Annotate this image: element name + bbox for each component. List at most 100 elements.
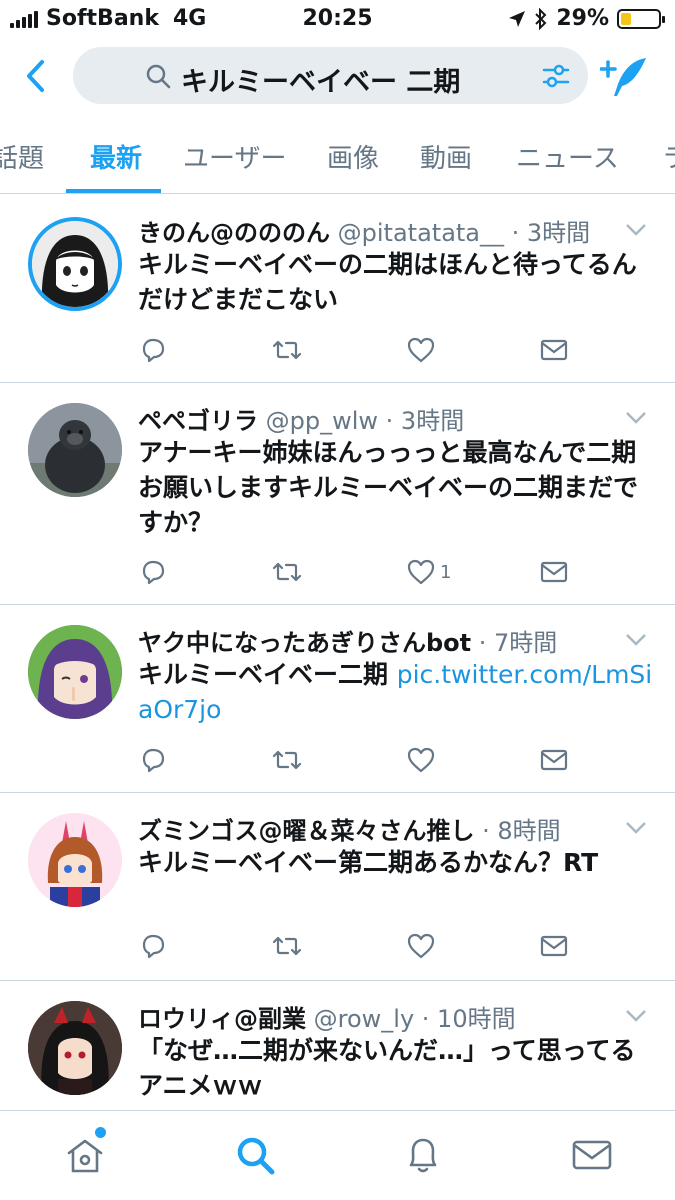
search-header: キルミーベイベー 二期 [0, 40, 675, 112]
reply-icon [142, 560, 165, 585]
chevron-down-icon[interactable] [625, 223, 647, 237]
tweet[interactable]: ロウリィ@副業 @row_ly · 10時間 「なぜ…二期が来ないんだ…」って思… [0, 981, 675, 1110]
tweet-actions: 1 [138, 557, 638, 587]
retweet-button[interactable] [272, 557, 302, 587]
envelope-icon [540, 935, 568, 957]
tweet-meta: · 8時間 [474, 817, 561, 845]
reply-button[interactable] [138, 745, 168, 775]
tab-videos[interactable]: 動画 [420, 138, 472, 175]
tab-images[interactable]: 画像 [327, 138, 379, 175]
display-name[interactable]: きのん@のののん [138, 219, 330, 247]
chevron-down-icon[interactable] [625, 821, 647, 835]
tweet-header: ペペゴリラ @pp_wlw · 3時間 [138, 401, 464, 436]
heart-icon [407, 933, 435, 959]
reply-button[interactable] [138, 557, 168, 587]
agiri-avatar [28, 625, 122, 719]
battery-icon [617, 8, 665, 29]
retweet-button[interactable] [272, 335, 302, 365]
tweet-meta: @pitatatata__ · 3時間 [337, 219, 591, 247]
retweet-button[interactable] [272, 931, 302, 961]
retweet-icon [272, 750, 302, 770]
like-button[interactable] [406, 931, 440, 961]
active-tab-indicator [66, 189, 161, 193]
tweet-actions [138, 931, 638, 961]
tab-latest[interactable]: 最新 [90, 138, 142, 175]
battery-percent: 29% [556, 6, 609, 31]
reply-button[interactable] [138, 931, 168, 961]
tweet-meta: @pp_wlw · 3時間 [265, 407, 465, 435]
compose-tweet-button[interactable] [600, 54, 650, 98]
avatar[interactable] [28, 217, 122, 311]
avatar[interactable] [28, 403, 122, 497]
tweet[interactable]: ズミンゴス@曜＆菜々さん推し · 8時間 キルミーベイベー第二期あるかなん？RT [0, 793, 675, 981]
tab-news[interactable]: ニュース [516, 138, 619, 175]
bottom-navigation [0, 1110, 675, 1200]
tweet-meta: · 7時間 [471, 629, 558, 657]
envelope-icon [540, 749, 568, 771]
avatar[interactable] [28, 813, 122, 907]
avatar[interactable] [28, 625, 122, 719]
back-button[interactable] [20, 56, 50, 96]
tab-more[interactable]: ラ [662, 138, 675, 175]
tweet-text: 「なぜ…二期が来ないんだ…」って思ってるアニメｗｗ [138, 1036, 636, 1100]
envelope-icon [540, 561, 568, 583]
anime-girl-avatar [32, 221, 118, 307]
direct-message-button[interactable] [539, 335, 569, 365]
tweet-text: キルミーベイベーの二期はほんと待ってるんだけどまだこない [138, 250, 637, 314]
battery-cap [662, 15, 665, 23]
like-button[interactable]: 1 [406, 557, 451, 587]
pink-anime-avatar [28, 813, 122, 907]
search-icon[interactable] [233, 1133, 277, 1177]
like-button[interactable] [406, 335, 440, 365]
retweet-icon [272, 562, 302, 582]
search-tabs: 話題 最新 ユーザー 画像 動画 ニュース ラ [0, 118, 675, 194]
rory-avatar [28, 1001, 122, 1095]
tweet[interactable]: きのん@のののん @pitatatata__ · 3時間 キルミーベイベーの二期… [0, 195, 675, 383]
search-query: キルミーベイベー 二期 [181, 67, 461, 98]
chevron-down-icon[interactable] [625, 1009, 647, 1023]
tweet-text: キルミーベイベー二期 pic.twitter.com/LmSiaOr7jo [138, 657, 653, 727]
tweet-text: アナーキー姉妹ほんっっっと最高なんで二期お願いしますキルミーベイベーの二期まだで… [138, 438, 639, 537]
chevron-down-icon[interactable] [625, 411, 647, 425]
heart-icon [407, 559, 435, 585]
tab-topics[interactable]: 話題 [0, 138, 44, 175]
tweet-header: ロウリィ@副業 @row_ly · 10時間 [138, 999, 516, 1034]
direct-message-button[interactable] [539, 745, 569, 775]
like-count: 1 [440, 561, 452, 583]
notifications-icon[interactable] [401, 1133, 445, 1177]
display-name[interactable]: ヤク中になったあぎりさんbot [138, 629, 471, 657]
tweet-header: きのん@のののん @pitatatata__ · 3時間 [138, 213, 590, 248]
tweet-meta: @row_ly · 10時間 [313, 1005, 516, 1033]
tweet[interactable]: ペペゴリラ @pp_wlw · 3時間 アナーキー姉妹ほんっっっと最高なんで二期… [0, 383, 675, 605]
tab-users[interactable]: ユーザー [183, 138, 286, 175]
display-name[interactable]: ペペゴリラ [138, 407, 258, 435]
battery-level [621, 12, 631, 25]
avatar[interactable] [28, 1001, 122, 1095]
search-input[interactable]: キルミーベイベー 二期 [73, 47, 588, 104]
direct-message-button[interactable] [539, 557, 569, 587]
timeline: きのん@のののん @pitatatata__ · 3時間 キルミーベイベーの二期… [0, 195, 675, 1110]
tweet-header: ヤク中になったあぎりさんbot · 7時間 [138, 623, 557, 658]
heart-icon [407, 337, 435, 363]
home-notification-dot [95, 1127, 106, 1138]
reply-icon [142, 934, 165, 959]
display-name[interactable]: ズミンゴス@曜＆菜々さん推し [138, 817, 474, 845]
direct-message-button[interactable] [539, 931, 569, 961]
messages-icon[interactable] [570, 1133, 614, 1177]
chevron-down-icon[interactable] [625, 633, 647, 647]
tweet-actions [138, 335, 638, 365]
home-icon[interactable] [63, 1133, 107, 1177]
tweet-header: ズミンゴス@曜＆菜々さん推し · 8時間 [138, 811, 561, 846]
retweet-button[interactable] [272, 745, 302, 775]
display-name[interactable]: ロウリィ@副業 [138, 1005, 306, 1033]
status-bar: SoftBank 4G 20:25 29% [0, 0, 675, 40]
tweet-text: キルミーベイベー第二期あるかなん？RT [138, 848, 599, 877]
gorilla-avatar [28, 403, 122, 497]
location-arrow-icon [509, 10, 526, 27]
filter-icon[interactable] [541, 62, 571, 90]
reply-button[interactable] [138, 335, 168, 365]
tweet[interactable]: ヤク中になったあぎりさんbot · 7時間 キルミーベイベー二期 pic.twi… [0, 605, 675, 793]
tweet-actions [138, 745, 638, 775]
reply-icon [142, 748, 165, 773]
like-button[interactable] [406, 745, 440, 775]
